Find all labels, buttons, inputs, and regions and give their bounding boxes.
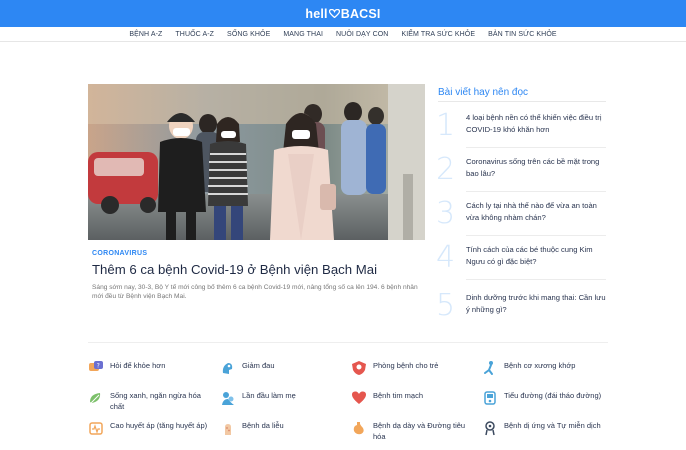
logo-text-left: hell [305, 6, 328, 21]
topic-label[interactable]: Bệnh dạ dày và Đường tiêu hóa [373, 421, 479, 442]
article-number: 2 [436, 152, 456, 187]
article-number: 1 [436, 108, 456, 143]
topics-divider [88, 342, 608, 343]
featured-category[interactable]: CORONAVIRUS [92, 250, 147, 257]
bone-joint-icon [484, 361, 493, 375]
blood-pressure-icon [89, 422, 103, 435]
stomach-icon [353, 422, 364, 435]
article-link[interactable]: Tính cách của các bé thuộc cung Kim Ngưu… [466, 244, 608, 268]
question-bubble-icon: ? [89, 361, 103, 371]
featured-title[interactable]: Thêm 6 ca bệnh Covid-19 ở Bệnh viện Bạch… [92, 262, 377, 277]
topic-label[interactable]: Bệnh cơ xương khớp [504, 361, 610, 372]
topic-benh-da-day[interactable]: Bệnh dạ dày và Đường tiêu hóa [351, 420, 481, 446]
article-number: 3 [436, 196, 456, 231]
pain-relief-icon [222, 363, 233, 374]
sidebar-article-2[interactable]: 2 Coronavirus sống trên các bề mặt trong… [436, 154, 608, 198]
topic-label[interactable]: Phòng bệnh cho trẻ [373, 361, 479, 372]
main-nav: BỆNH A-Z THUỐC A-Z SỐNG KHỎE MANG THAI N… [0, 27, 686, 42]
topic-song-xanh[interactable]: Sống xanh, ngăn ngừa hóa chất [88, 390, 218, 416]
green-living-icon [90, 393, 101, 404]
topic-tieu-duong[interactable]: Tiểu đường (đái tháo đường) [482, 390, 612, 416]
top-bar: hell BACSI [0, 0, 686, 27]
topic-benh-da-lieu[interactable]: Bệnh da liễu [220, 420, 350, 446]
topic-lan-dau-lam-me[interactable]: Lần đầu làm mẹ [220, 390, 350, 416]
nav-item-kiem-tra-suc-khoe[interactable]: KIỂM TRA SỨC KHỎE [401, 31, 475, 38]
article-number: 5 [436, 288, 456, 323]
skin-icon [225, 424, 231, 435]
topic-phong-benh-cho-tre[interactable]: Phòng bệnh cho trẻ [351, 360, 481, 386]
article-divider [466, 147, 606, 148]
featured-image[interactable] [88, 84, 425, 240]
svg-text:?: ? [97, 363, 100, 370]
topic-hoi-de-khoe-hon[interactable]: ? Hỏi để khỏe hơn [88, 360, 218, 386]
topic-label[interactable]: Tiểu đường (đái tháo đường) [504, 391, 610, 402]
topic-benh-di-ung[interactable]: Bệnh dị ứng và Tự miễn dịch [482, 420, 612, 446]
nav-item-thuoc-a-z[interactable]: THUỐC A-Z [175, 31, 214, 38]
heart-icon [352, 391, 366, 404]
topic-cao-huyet-ap[interactable]: Cao huyết áp (tăng huyết áp) [88, 420, 218, 446]
article-link[interactable]: 4 loại bệnh nền có thể khiến việc điều t… [466, 112, 608, 136]
nav-item-benh-a-z[interactable]: BỆNH A-Z [129, 31, 162, 38]
site-logo[interactable]: hell BACSI [305, 7, 380, 21]
sidebar-article-5[interactable]: 5 Dinh dưỡng trước khi mang thai: Cần lư… [436, 290, 608, 334]
article-link[interactable]: Dinh dưỡng trước khi mang thai: Cần lưu … [466, 292, 608, 316]
topic-label[interactable]: Hỏi để khỏe hơn [110, 361, 216, 372]
topic-label[interactable]: Bệnh dị ứng và Tự miễn dịch [504, 421, 610, 432]
allergy-icon [485, 421, 495, 436]
topic-label[interactable]: Sống xanh, ngăn ngừa hóa chất [110, 391, 216, 412]
topic-label[interactable]: Bệnh da liễu [242, 421, 348, 432]
article-divider [466, 191, 606, 192]
diabetes-icon [484, 391, 496, 405]
article-divider [466, 235, 606, 236]
article-number: 4 [436, 240, 456, 275]
nav-item-mang-thai[interactable]: MANG THAI [283, 31, 323, 38]
topic-label[interactable]: Lần đầu làm mẹ [242, 391, 348, 402]
featured-photo-masked-crowd [88, 84, 425, 240]
topic-label[interactable]: Bệnh tim mạch [373, 391, 479, 402]
nav-item-song-khoe[interactable]: SỐNG KHỎE [227, 31, 270, 38]
article-link[interactable]: Coronavirus sống trên các bề mặt trong b… [466, 156, 608, 180]
sidebar-article-4[interactable]: 4 Tính cách của các bé thuộc cung Kim Ng… [436, 242, 608, 286]
nav-item-nuoi-day-con[interactable]: NUÔI DẠY CON [336, 31, 388, 38]
topic-giam-dau[interactable]: Giảm đau [220, 360, 350, 386]
topic-benh-tim-mach[interactable]: Bệnh tim mạch [351, 390, 481, 416]
mother-baby-icon [222, 392, 234, 405]
sidebar-article-3[interactable]: 3 Cách ly tại nhà thế nào để vừa an toàn… [436, 198, 608, 242]
logo-heart-icon [328, 9, 340, 18]
sidebar-title: Bài viết hay nên đọc [438, 87, 529, 98]
sidebar-divider [438, 101, 606, 102]
child-shield-icon [352, 361, 366, 375]
nav-item-ban-tin-suc-khoe[interactable]: BẢN TIN SỨC KHỎE [488, 31, 557, 38]
sidebar-article-1[interactable]: 1 4 loại bệnh nền có thể khiến việc điều… [436, 110, 608, 154]
article-divider [466, 279, 606, 280]
logo-text-right: BACSI [340, 6, 381, 21]
topic-benh-co-xuong-khop[interactable]: Bệnh cơ xương khớp [482, 360, 612, 386]
featured-summary: Sáng sớm nay, 30-3, Bộ Y tế mới công bố … [92, 284, 418, 301]
article-link[interactable]: Cách ly tại nhà thế nào để vừa an toàn v… [466, 200, 608, 224]
topic-label[interactable]: Giảm đau [242, 361, 348, 372]
topic-label[interactable]: Cao huyết áp (tăng huyết áp) [110, 421, 216, 432]
